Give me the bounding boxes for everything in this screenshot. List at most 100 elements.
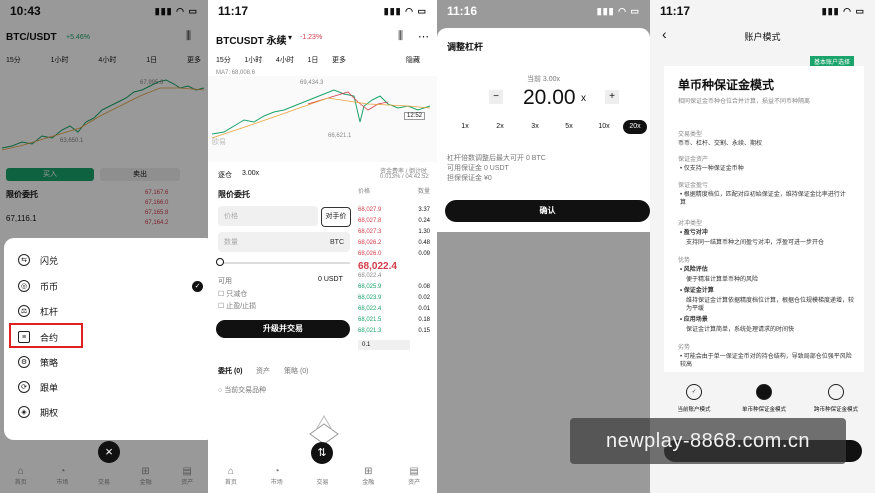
slider-handle[interactable] [216, 258, 224, 266]
bid-row[interactable]: 68,023.9 0.02 [358, 295, 430, 301]
status-time: 11:16 [447, 4, 478, 18]
leverage-value[interactable]: 20.00 [523, 86, 576, 110]
tab-market[interactable]: ◔ 市场 [271, 466, 283, 486]
mode-subtitle: 相同保证金币种仓位合并计算，损益不同币种隔离 [678, 99, 811, 105]
tab-finance[interactable]: ⊞ 金融 [140, 466, 152, 486]
coin-icon: ◎ [18, 280, 30, 292]
current-pair-checkbox[interactable]: ○ 当前交易品种 [218, 385, 266, 395]
tab-more[interactable]: 更多 [332, 55, 346, 65]
ob-header-amount: 数量 [418, 189, 431, 195]
option-current-mode[interactable]: ✓ 当前账户模式 [664, 384, 724, 413]
options-icon: ◈ [18, 406, 30, 418]
ask-row[interactable]: 68,027.3 1.30 [358, 229, 430, 235]
tab-1h[interactable]: 1小时 [244, 55, 262, 65]
candle-icon[interactable]: ⫼ [398, 30, 403, 43]
tab-strategy[interactable]: 策略 (0) [284, 366, 309, 376]
page-title: 账户模式 [744, 32, 781, 42]
leverage-button[interactable]: 3.00x [242, 170, 259, 177]
section-title: 交易类型 [678, 132, 703, 138]
tab-assets[interactable]: ▤ 资产 [181, 466, 193, 486]
bid-row[interactable]: 68,021.3 0.15 [358, 328, 430, 334]
status-time: 11:17 [660, 4, 691, 18]
ask-row[interactable]: 68,027.8 0.24 [358, 218, 430, 224]
more-icon[interactable]: ⋯ [418, 30, 429, 43]
price-field[interactable]: 价格 [218, 206, 318, 226]
menu-label: 闪兑 [40, 255, 59, 266]
section-text: 维持保证金计算依据精度档位计算，根据仓位规模梯度递增，较为平缓 [686, 298, 855, 312]
preset-5x[interactable]: 5x [557, 120, 581, 134]
amount-slider[interactable] [218, 262, 350, 264]
bid-row[interactable]: 68,021.5 0.18 [358, 317, 430, 323]
tab-assets[interactable]: 资产 [256, 366, 270, 376]
chevron-down-icon[interactable]: ▾ [288, 33, 292, 42]
section-text: 保证金计算简单，系统处理请求的时间快 [686, 327, 795, 333]
margin-mode[interactable]: 逐仓 [218, 170, 232, 180]
finance-icon: ⊞ [364, 466, 373, 477]
section-text: • 根据精度档位，匹配对应初始保证金，维持保证金比率进行计算 [680, 192, 846, 206]
tab-4h[interactable]: 4小时 [276, 55, 294, 65]
preset-2x[interactable]: 2x [488, 120, 512, 134]
preset-1x[interactable]: 1x [453, 120, 477, 134]
decrease-button[interactable]: − [489, 90, 503, 104]
ask-row[interactable]: 68,026.0 0.09 [358, 251, 430, 257]
panel-perpetual-trade: 11:17 ▮▮▮ ◠ ▭ BTCUSDT 永续 ▾ -1.23% ⫼ ⋯ 15… [208, 0, 437, 493]
section-text: 支持同一结算币种之间盈亏对冲，浮盈可进一步开仓 [686, 240, 825, 246]
tab-assets[interactable]: ▤ 资产 [408, 466, 420, 486]
section-title: 劣势 [678, 345, 691, 351]
preset-20x[interactable]: 20x [623, 120, 647, 134]
section-title: 保证金盈亏 [678, 183, 709, 189]
confirm-button[interactable]: 确认 [445, 200, 650, 222]
chart-high: 69,434.3 [300, 80, 324, 86]
menu-item-margin[interactable]: ⚖ 杠杆 [18, 302, 58, 320]
chart-low: 66,621.1 [328, 133, 352, 139]
trade-icon [103, 466, 106, 477]
preset-10x[interactable]: 10x [592, 120, 616, 134]
option-single-currency[interactable]: 单币种保证金模式 [734, 384, 794, 413]
option-multi-currency[interactable]: 跨币种保证金模式 [806, 384, 866, 413]
ask-row[interactable]: 68,027.9 3.37 [358, 207, 430, 213]
tab-trade[interactable]: 交易 [316, 466, 328, 486]
leverage-unit: x [581, 93, 586, 104]
tab-orders[interactable]: 委托 (0) [218, 366, 243, 376]
depth-selector[interactable]: 0.1 [358, 340, 410, 350]
menu-item-spot[interactable]: ◎ 币币 ✓ [18, 277, 203, 295]
increase-button[interactable]: + [605, 90, 619, 104]
tab-market[interactable]: ◔ 市场 [56, 466, 68, 486]
section-text: 便于精准计算单币种的风险 [686, 277, 759, 283]
tab-15m[interactable]: 15分 [216, 55, 231, 65]
upgrade-trade-button[interactable]: 升级并交易 [216, 320, 350, 338]
section-bold: • 保证金计算 [680, 288, 714, 294]
pair-title[interactable]: BTCUSDT 永续 [216, 32, 287, 47]
menu-item-strategy[interactable]: ⚙ 策略 [18, 353, 58, 371]
tab-finance[interactable]: ⊞ 金融 [362, 466, 374, 486]
status-time: 11:17 [218, 4, 249, 18]
bid-row[interactable]: 68,022.4 0.01 [358, 306, 430, 312]
bid-row[interactable]: 68,025.9 0.08 [358, 284, 430, 290]
unit-selector[interactable]: BTC [330, 239, 344, 246]
order-type[interactable]: 限价委托 [218, 189, 250, 200]
menu-item-copy[interactable]: ⟳ 跟单 [18, 378, 58, 396]
menu-item-options[interactable]: ◈ 期权 [18, 403, 58, 421]
ob-header-price: 价格 [358, 189, 371, 195]
menu-label: 币币 [40, 281, 59, 292]
market-icon: ◔ [59, 466, 66, 477]
section-title: 对冲类型 [678, 221, 703, 227]
preset-3x[interactable]: 3x [523, 120, 547, 134]
tab-home[interactable]: ⌂ 首页 [15, 466, 27, 486]
bottom-tabbar: ⌂ 首页 ◔ 市场 交易 ⊞ 金融 ▤ 资产 [208, 459, 437, 493]
amount-field[interactable]: 数量 BTC [218, 232, 350, 252]
tp-sl-checkbox[interactable]: ☐ 止盈/止损 [218, 301, 256, 311]
counter-price-button[interactable]: 对手价 [321, 207, 351, 227]
timeframe-tabs: 15分 1小时 4小时 1日 更多 [216, 55, 346, 65]
menu-item-flash-swap[interactable]: ⇆ 闪兑 [18, 251, 58, 269]
market-icon: ◔ [273, 466, 280, 477]
section-title: 保证金资产 [678, 157, 709, 163]
tab-trade[interactable]: 交易 [98, 466, 110, 486]
copy-icon: ⟳ [18, 381, 30, 393]
tab-home[interactable]: ⌂ 首页 [225, 466, 237, 486]
reduce-only-checkbox[interactable]: ☐ 只减仓 [218, 289, 247, 299]
hide-chart-toggle[interactable]: 隐藏 [406, 55, 420, 65]
tab-1d[interactable]: 1日 [307, 55, 318, 65]
section-text: • 可能会由于单一保证金币对的持仓结构，导致局部仓位强平风险较高 [680, 354, 852, 368]
ask-row[interactable]: 68,026.2 0.48 [358, 240, 430, 246]
